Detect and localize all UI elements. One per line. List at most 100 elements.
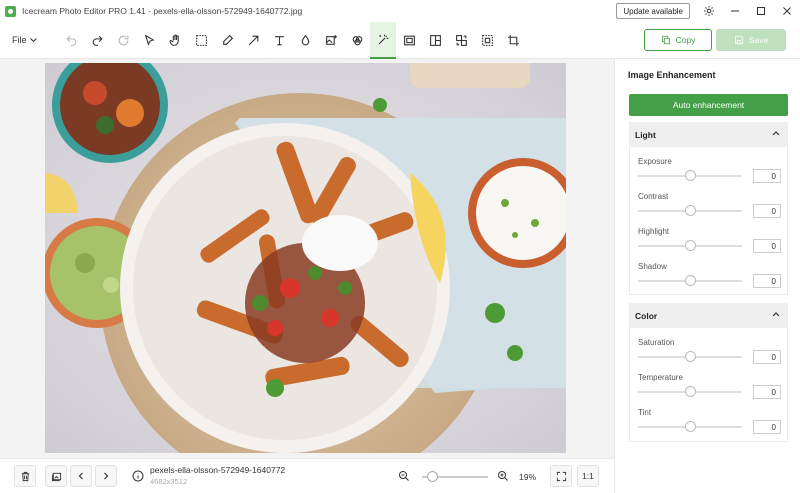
arrow-icon — [248, 35, 258, 45]
arrow-tool[interactable] — [240, 22, 266, 59]
resize-tool[interactable] — [474, 22, 500, 59]
file-name: pexels-ella-olsson-572949-1640772 — [150, 465, 286, 475]
app-logo-icon — [5, 5, 16, 17]
fit-screen-icon — [556, 471, 566, 481]
text-icon — [274, 35, 284, 45]
color-slider-thumb[interactable] — [685, 421, 696, 432]
select-tool[interactable] — [188, 22, 214, 59]
delete-button[interactable] — [14, 465, 36, 487]
zoom-out-icon[interactable] — [398, 470, 410, 482]
reset-icon — [118, 35, 128, 45]
chevron-up-icon — [772, 312, 780, 317]
undo-icon — [65, 35, 76, 46]
light-slider-thumb[interactable] — [685, 205, 696, 216]
pointer-icon — [144, 33, 155, 46]
trash-icon — [21, 471, 29, 481]
reset-button[interactable] — [110, 22, 136, 59]
collage-tool[interactable] — [422, 22, 448, 59]
frame-tool[interactable] — [396, 22, 422, 59]
color-section-header[interactable]: Color — [629, 303, 788, 328]
palette-tool[interactable] — [344, 22, 370, 59]
file-dimensions: 4682x3512 — [150, 477, 188, 486]
light-slider-value-input[interactable]: 0 — [753, 239, 781, 253]
zoom-slider-thumb[interactable] — [426, 471, 438, 482]
palette-icon — [352, 35, 362, 45]
collage-icon — [429, 34, 441, 46]
canvas-area[interactable] — [0, 59, 614, 458]
close-button[interactable] — [774, 0, 800, 22]
light-slider-thumb[interactable] — [685, 240, 696, 251]
image-add-icon — [325, 34, 337, 45]
light-slider-row: Highlight 0 — [638, 227, 788, 257]
copy-label: Copy — [675, 35, 696, 45]
color-section-body: Saturation 0 Temperature 0 Tint 0 — [629, 328, 788, 442]
info-icon[interactable] — [132, 470, 144, 482]
file-menu[interactable]: File — [12, 35, 42, 45]
chevron-right-icon — [104, 472, 109, 480]
save-label: Save — [748, 35, 769, 45]
pointer-tool[interactable] — [136, 22, 162, 59]
copy-icon — [661, 35, 670, 45]
update-available-button[interactable]: Update available — [616, 3, 690, 19]
color-slider-row: Saturation 0 — [638, 338, 788, 368]
copy-button[interactable]: Copy — [644, 29, 712, 51]
gallery-button[interactable] — [45, 465, 67, 487]
chevron-up-icon — [772, 131, 780, 136]
hand-tool[interactable] — [162, 22, 188, 59]
close-icon — [783, 7, 791, 15]
color-slider-row: Temperature 0 — [638, 373, 788, 403]
light-slider-value-input[interactable]: 0 — [753, 169, 781, 183]
color-slider-thumb[interactable] — [685, 386, 696, 397]
color-slider-value-input[interactable]: 0 — [753, 350, 781, 364]
chevron-left-icon — [78, 472, 83, 480]
light-slider-label: Shadow — [638, 262, 667, 271]
color-slider-thumb[interactable] — [685, 351, 696, 362]
light-slider-row: Shadow 0 — [638, 262, 788, 292]
settings-button[interactable] — [696, 0, 722, 22]
previous-image-button[interactable] — [70, 465, 92, 487]
light-slider-row: Contrast 0 — [638, 192, 788, 222]
brush-tool[interactable] — [214, 22, 240, 59]
drop-icon — [301, 34, 309, 45]
light-section-body: Exposure 0 Contrast 0 Highlight 0 Shadow 0 — [629, 147, 788, 295]
light-section-header[interactable]: Light — [629, 122, 788, 147]
text-tool[interactable] — [266, 22, 292, 59]
next-image-button[interactable] — [95, 465, 117, 487]
light-slider-thumb[interactable] — [685, 275, 696, 286]
auto-enhancement-button[interactable]: Auto enhancement — [629, 94, 788, 116]
swap-icon — [455, 34, 467, 46]
maximize-icon — [757, 7, 765, 15]
enhance-tool[interactable] — [370, 21, 396, 59]
light-slider-thumb[interactable] — [685, 170, 696, 181]
crop-icon — [507, 34, 519, 46]
color-slider-row: Tint 0 — [638, 408, 788, 438]
light-slider-row: Exposure 0 — [638, 157, 788, 187]
redo-button[interactable] — [84, 22, 110, 59]
image-add-tool[interactable] — [318, 22, 344, 59]
zoom-in-icon[interactable] — [497, 470, 509, 482]
fit-screen-button[interactable] — [550, 465, 572, 487]
drop-tool[interactable] — [292, 22, 318, 59]
title-bar: Icecream Photo Editor PRO 1.41 - pexels-… — [0, 0, 800, 22]
light-slider-value-input[interactable]: 0 — [753, 274, 781, 288]
actual-size-button[interactable]: 1:1 — [577, 465, 599, 487]
actual-size-label: 1:1 — [582, 471, 594, 481]
crop-tool[interactable] — [500, 22, 526, 59]
magic-wand-icon — [378, 34, 388, 44]
undo-button[interactable] — [58, 22, 84, 59]
light-slider-label: Exposure — [638, 157, 672, 166]
maximize-button[interactable] — [748, 0, 774, 22]
brush-icon — [222, 34, 233, 45]
photo-canvas[interactable] — [45, 63, 566, 453]
minimize-icon — [731, 10, 739, 12]
swap-tool[interactable] — [448, 22, 474, 59]
color-slider-value-input[interactable]: 0 — [753, 420, 781, 434]
minimize-button[interactable] — [722, 0, 748, 22]
enhancement-panel: Image Enhancement Auto enhancement Light… — [614, 59, 800, 493]
color-slider-label: Tint — [638, 408, 652, 417]
color-slider-value-input[interactable]: 0 — [753, 385, 781, 399]
save-button[interactable]: Save — [716, 29, 786, 51]
window-title: Icecream Photo Editor PRO 1.41 - pexels-… — [22, 6, 303, 16]
light-slider-value-input[interactable]: 0 — [753, 204, 781, 218]
resize-icon — [481, 34, 493, 46]
